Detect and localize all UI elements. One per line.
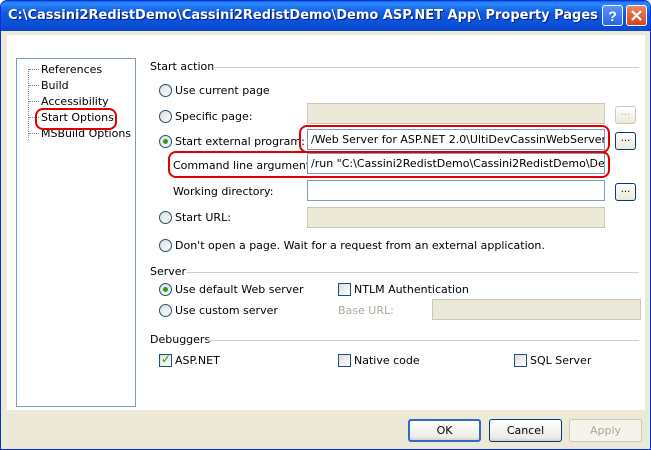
specific-page-browse-button[interactable]: ... [615, 106, 636, 124]
use-default-web-server-radio[interactable] [159, 283, 172, 296]
use-current-page-label[interactable]: Use current page [175, 84, 270, 97]
specific-page-field[interactable] [307, 103, 605, 124]
use-default-web-server-label[interactable]: Use default Web server [175, 283, 304, 296]
start-url-field[interactable] [307, 207, 605, 228]
checkmark-icon: ✓ [161, 352, 172, 366]
help-icon: ? [608, 8, 617, 24]
debuggers-header: Debuggers [150, 333, 211, 346]
tree-connector [29, 133, 39, 134]
start-url-label[interactable]: Start URL: [175, 211, 231, 224]
native-code-label[interactable]: Native code [354, 354, 420, 367]
close-icon [631, 10, 642, 21]
sidebar-item-accessibility[interactable]: Accessibility [41, 95, 109, 108]
start-url-radio[interactable] [159, 211, 172, 224]
window-title: C:\Cassini2RedistDemo\Cassini2RedistDemo… [8, 8, 598, 23]
ntlm-authentication-checkbox[interactable] [338, 283, 351, 296]
property-pages-dialog: C:\Cassini2RedistDemo\Cassini2RedistDemo… [0, 0, 651, 450]
server-header: Server [150, 265, 187, 278]
sql-server-label[interactable]: SQL Server [530, 354, 591, 367]
ok-button[interactable]: OK [408, 419, 481, 442]
sidebar-item-references[interactable]: References [41, 63, 102, 76]
base-url-field[interactable] [432, 299, 641, 320]
working-directory-browse-button[interactable]: ... [615, 183, 636, 201]
cancel-button[interactable]: Cancel [489, 419, 562, 442]
dont-open-page-label[interactable]: Don't open a page. Wait for a request fr… [175, 239, 545, 252]
highlight-command-line [168, 151, 610, 178]
apply-button[interactable]: Apply [569, 419, 642, 442]
tree-connector [29, 85, 39, 86]
start-action-header: Start action [150, 60, 215, 73]
start-external-program-radio[interactable] [159, 135, 172, 148]
sidebar-item-build[interactable]: Build [41, 79, 69, 92]
aspnet-label[interactable]: ASP.NET [175, 354, 220, 367]
group-divider [213, 67, 639, 68]
specific-page-label[interactable]: Specific page: [175, 110, 253, 123]
use-custom-server-radio[interactable] [159, 304, 172, 317]
ntlm-authentication-label[interactable]: NTLM Authentication [354, 283, 469, 296]
group-divider [206, 340, 639, 341]
dont-open-page-radio[interactable] [159, 239, 172, 252]
use-current-page-radio[interactable] [159, 84, 172, 97]
sql-server-checkbox[interactable] [514, 354, 527, 367]
title-bar[interactable]: C:\Cassini2RedistDemo\Cassini2RedistDemo… [1, 1, 650, 31]
group-divider [186, 272, 639, 273]
working-directory-label: Working directory: [173, 185, 274, 198]
highlight-start-options [35, 108, 117, 130]
tree-connector [28, 69, 29, 140]
working-directory-field[interactable] [307, 180, 605, 201]
highlight-external-program [299, 125, 610, 153]
help-glyph: ? [608, 8, 617, 24]
specific-page-radio[interactable] [159, 110, 172, 123]
external-program-browse-button[interactable]: ... [615, 132, 636, 150]
base-url-label: Base URL: [338, 304, 394, 317]
tree-connector [29, 101, 39, 102]
tree-connector [29, 69, 39, 70]
native-code-checkbox[interactable] [338, 354, 351, 367]
aspnet-checkbox[interactable]: ✓ [159, 352, 172, 367]
close-button[interactable] [626, 5, 647, 26]
help-button[interactable]: ? [602, 5, 623, 26]
start-external-program-label[interactable]: Start external program: [175, 135, 305, 148]
use-custom-server-label[interactable]: Use custom server [175, 304, 278, 317]
